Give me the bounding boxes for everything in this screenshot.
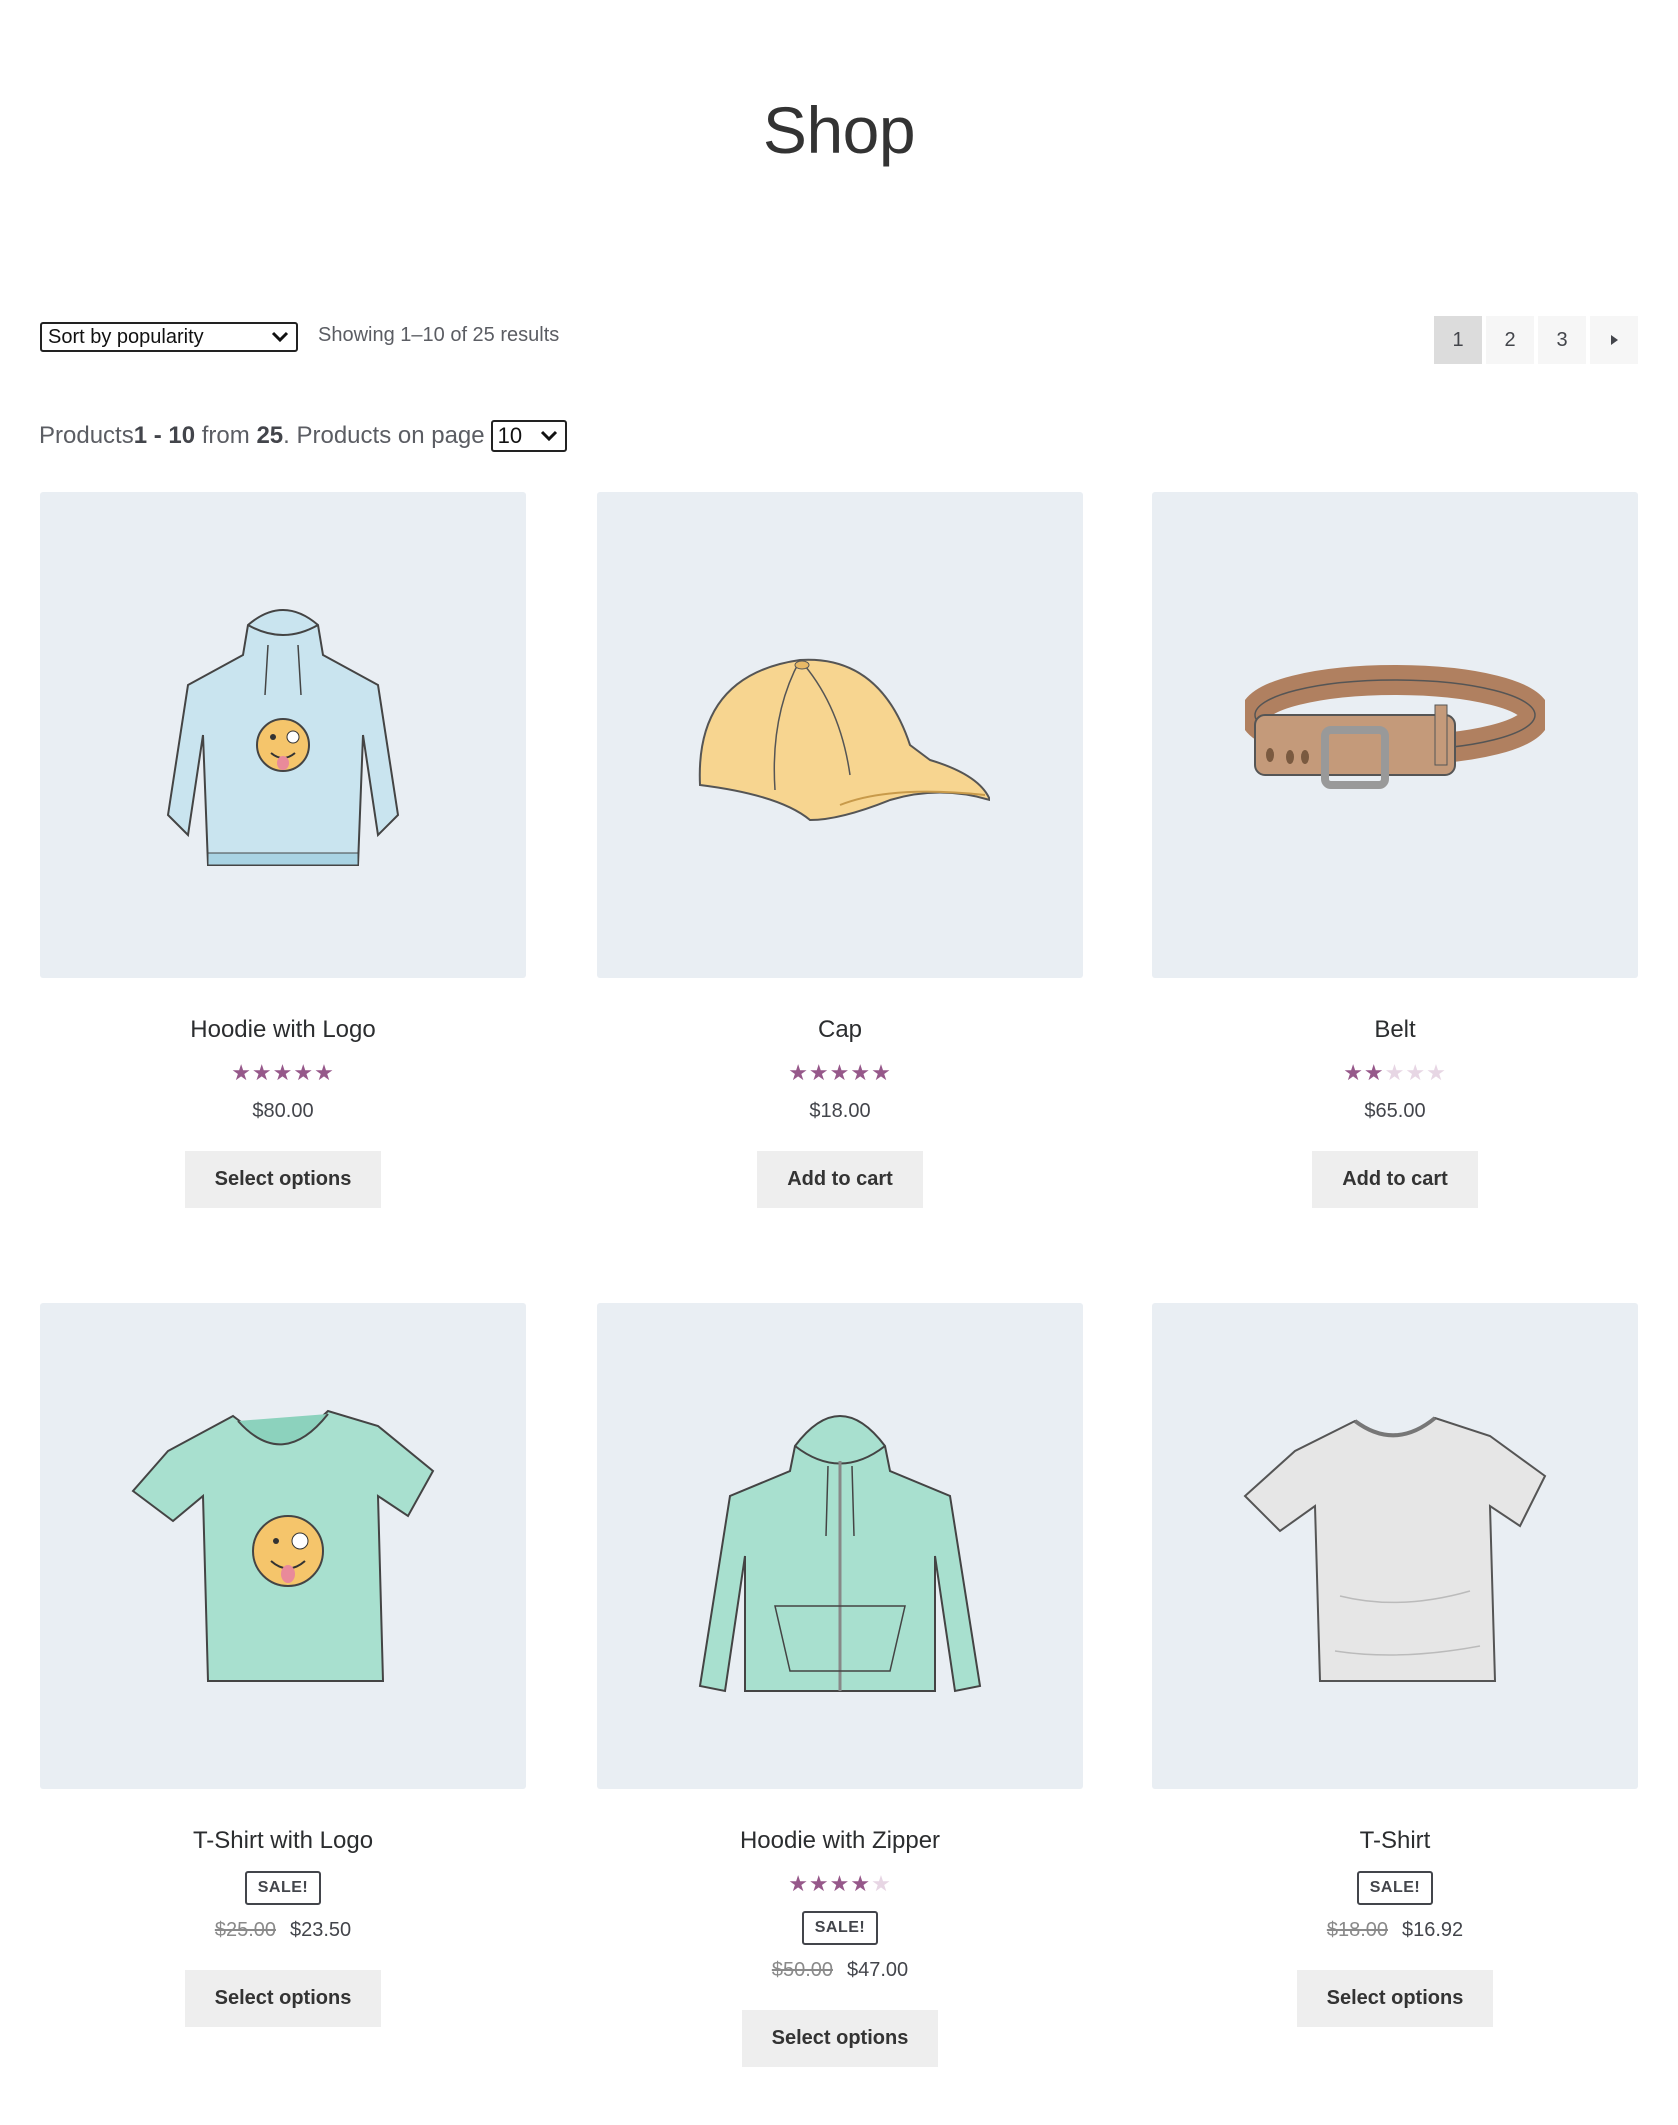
add-to-cart-button[interactable]: Add to cart — [1312, 1151, 1478, 1208]
sale-badge: SALE! — [244, 1871, 322, 1905]
product-card: Hoodie with Logo ★★★★★ $80.00 Select opt… — [40, 492, 526, 1208]
product-price: $18.00 $16.92 — [1152, 1919, 1638, 1942]
page-link-1[interactable]: 1 — [1434, 316, 1482, 364]
per-page-range: 1 - 10 — [133, 422, 196, 449]
product-price: $80.00 — [252, 1100, 314, 1122]
original-price: $25.00 — [214, 1919, 276, 1941]
select-options-button[interactable]: Select options — [1296, 1970, 1494, 2027]
product-price: $25.00 $23.50 — [40, 1919, 526, 1942]
tshirt-image[interactable] — [1152, 1303, 1638, 1789]
tshirt-logo-image[interactable] — [40, 1303, 526, 1789]
product-card: Cap ★★★★★ $18.00 Add to cart — [597, 492, 1083, 1208]
per-page-select-value: 10 — [497, 423, 523, 448]
product-card: Hoodie with Zipper ★★★★★ SALE! $50.00 $47… — [597, 1303, 1083, 2067]
per-page-total: 25 — [256, 422, 284, 449]
result-count: Showing 1–10 of 25 results — [318, 324, 560, 346]
rating-stars: ★★★★★ — [1343, 1060, 1447, 1085]
select-options-button[interactable]: Select options — [184, 1151, 382, 1208]
original-price: $18.00 — [1326, 1919, 1388, 1941]
chevron-down-icon — [540, 430, 557, 442]
product-name[interactable]: Belt — [1152, 1016, 1638, 1046]
product-name[interactable]: Cap — [597, 1016, 1083, 1046]
next-page-button[interactable] — [1590, 316, 1638, 364]
sale-price: $23.50 — [290, 1919, 352, 1941]
hoodie-logo-image[interactable] — [40, 492, 526, 978]
product-name[interactable]: T-Shirt with Logo — [40, 1827, 526, 1857]
product-card: T-Shirt with Logo SALE! $25.00 $23.50 Sel… — [40, 1303, 526, 2027]
hoodie-zipper-image[interactable] — [597, 1303, 1083, 1789]
select-options-button[interactable]: Select options — [741, 2010, 939, 2067]
per-page-select[interactable]: 10 — [490, 420, 567, 452]
page-link-2[interactable]: 2 — [1486, 316, 1534, 364]
product-name[interactable]: Hoodie with Zipper — [597, 1827, 1083, 1857]
product-name[interactable]: Hoodie with Logo — [40, 1016, 526, 1046]
product-card: T-Shirt SALE! $18.00 $16.92 Select option… — [1152, 1303, 1638, 2027]
products-per-page: Products 1 - 10 from 25 . Products on pa… — [39, 420, 567, 452]
add-to-cart-button[interactable]: Add to cart — [757, 1151, 923, 1208]
product-price: $65.00 — [1364, 1100, 1426, 1122]
select-options-button[interactable]: Select options — [184, 1970, 382, 2027]
page-link-3[interactable]: 3 — [1538, 316, 1586, 364]
chevron-down-icon — [271, 331, 289, 343]
rating-stars: ★★★★★ — [231, 1060, 335, 1085]
product-price: $18.00 — [809, 1100, 871, 1122]
shop-toolbar: Sort by popularity Showing 1–10 of 25 re… — [40, 316, 1638, 370]
belt-image[interactable] — [1152, 492, 1638, 978]
rating-stars: ★★★★★ — [788, 1060, 892, 1085]
sale-badge: SALE! — [1356, 1871, 1434, 1905]
caret-right-icon — [1611, 335, 1618, 345]
original-price: $50.00 — [771, 1959, 833, 1981]
product-name[interactable]: T-Shirt — [1152, 1827, 1638, 1857]
per-page-suffix: . Products on page — [283, 422, 485, 449]
per-page-from: from — [195, 422, 257, 449]
sale-badge: SALE! — [801, 1911, 879, 1945]
pagination: 1 2 3 — [1434, 316, 1638, 364]
cap-image[interactable] — [597, 492, 1083, 978]
per-page-prefix: Products — [39, 422, 134, 449]
sort-select-value: Sort by popularity — [48, 325, 204, 348]
sale-price: $16.92 — [1402, 1919, 1464, 1941]
sort-select[interactable]: Sort by popularity — [40, 322, 298, 352]
product-card: Belt ★★★★★ $65.00 Add to cart — [1152, 492, 1638, 1208]
sale-price: $47.00 — [847, 1959, 909, 1981]
product-price: $50.00 $47.00 — [597, 1959, 1083, 1982]
rating-stars: ★★★★★ — [788, 1871, 892, 1896]
page-title: Shop — [762, 93, 916, 167]
